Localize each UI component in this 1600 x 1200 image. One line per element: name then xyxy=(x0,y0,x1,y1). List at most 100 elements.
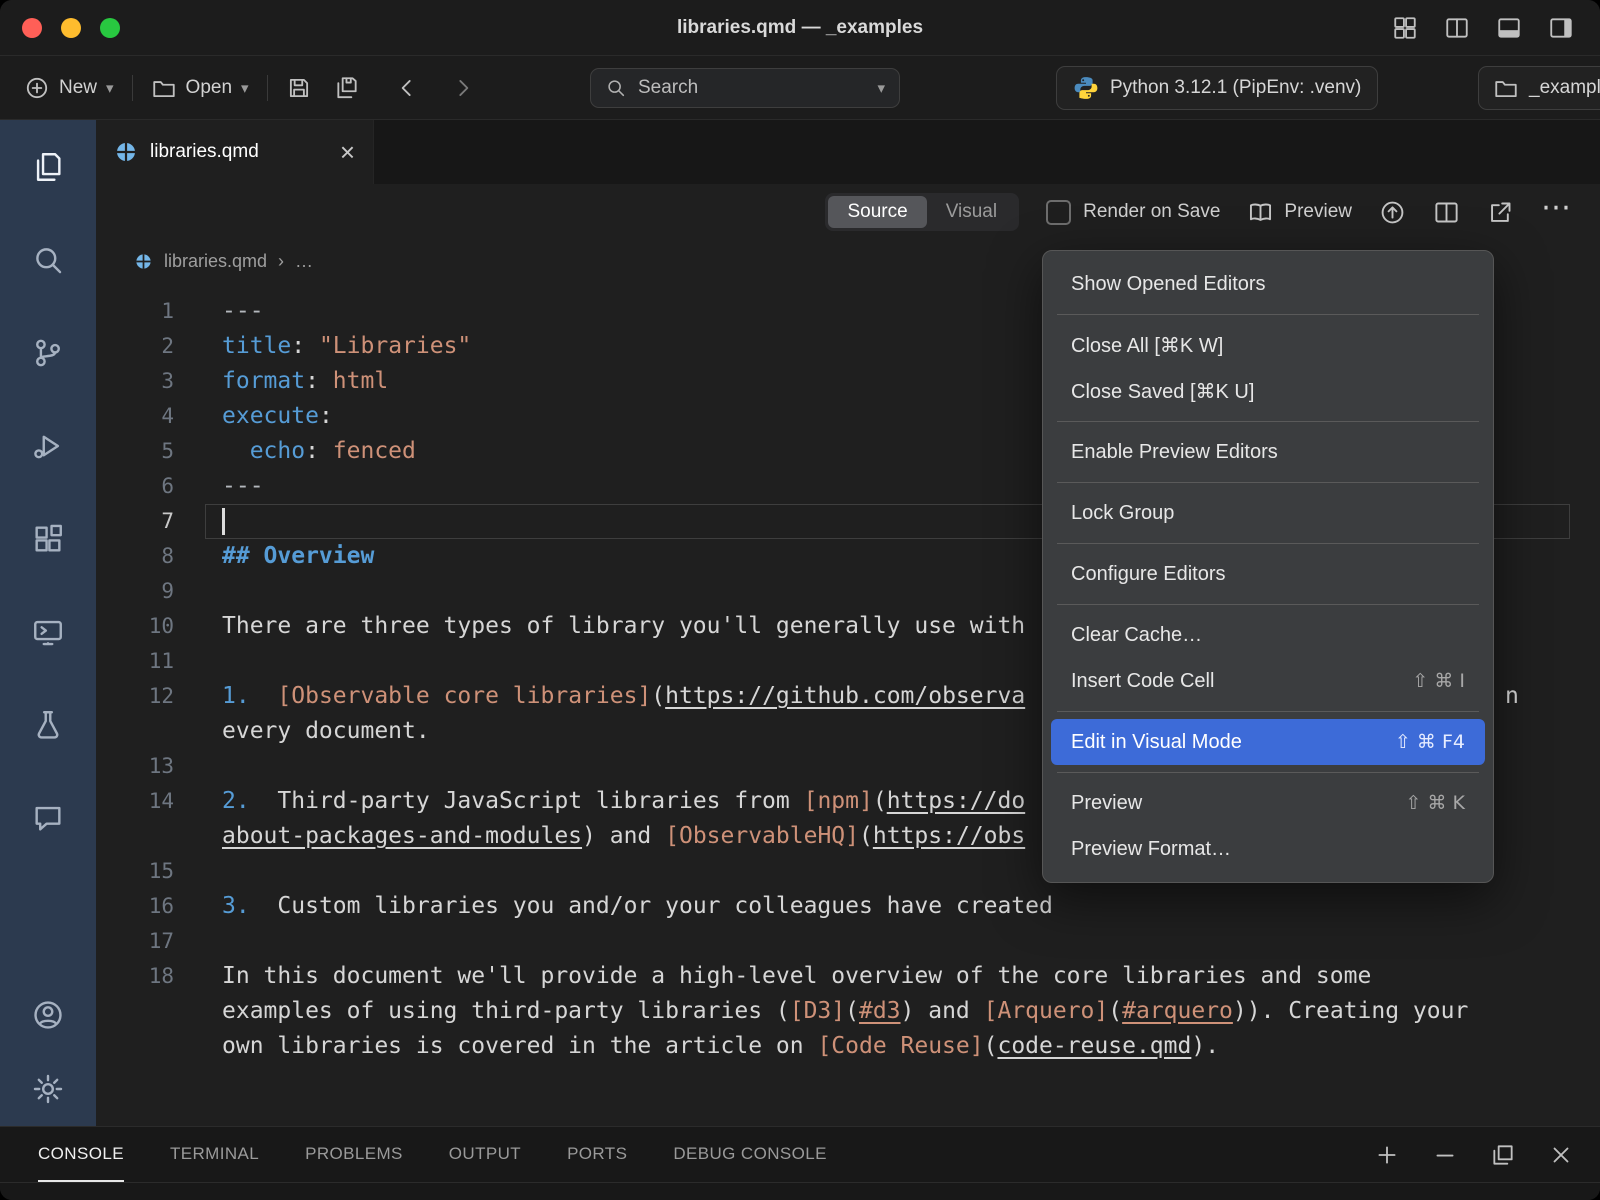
line-number: 18 xyxy=(96,959,174,994)
occluded-text-fragment: n xyxy=(1505,679,1519,714)
run-and-debug-icon[interactable] xyxy=(29,427,67,465)
search-input[interactable]: Search ▾ xyxy=(590,68,900,108)
mode-source-button[interactable]: Source xyxy=(828,196,926,228)
toggle-secondary-sidebar-icon[interactable] xyxy=(1548,15,1574,41)
toolbar-divider xyxy=(267,75,268,101)
panel-plus-icon[interactable] xyxy=(1374,1142,1400,1168)
breadcrumb-more[interactable]: … xyxy=(295,251,313,272)
zoom-window-button[interactable] xyxy=(100,18,120,38)
search-icon[interactable] xyxy=(29,241,67,279)
panel-close-icon[interactable] xyxy=(1548,1142,1574,1168)
interpreter-label: Python 3.12.1 (PipEnv: .venv) xyxy=(1110,77,1361,99)
line-number: 4 xyxy=(96,399,174,434)
plus-circle-icon xyxy=(24,75,50,101)
panel-restore-icon[interactable] xyxy=(1490,1142,1516,1168)
more-actions-button[interactable]: ⋯ xyxy=(1541,193,1572,231)
menu-item-edit-in-visual-mode[interactable]: Edit in Visual Mode ⇧ ⌘ F4 xyxy=(1051,719,1485,765)
line-number: 16 xyxy=(96,889,174,924)
open-button[interactable]: Open ▾ xyxy=(151,75,249,101)
line-number: 10 xyxy=(96,609,174,644)
window-title: libraries.qmd — _examples xyxy=(677,17,923,39)
close-tab-icon[interactable]: × xyxy=(340,139,355,165)
search-icon xyxy=(605,77,627,99)
menu-item-configure-editors[interactable]: Configure Editors xyxy=(1051,551,1485,597)
panel-tab-problems[interactable]: PROBLEMS xyxy=(305,1127,403,1182)
minimize-window-button[interactable] xyxy=(61,18,81,38)
panel-tab-output[interactable]: OUTPUT xyxy=(449,1127,521,1182)
code-line[interactable]: own libraries is covered in the article … xyxy=(96,1029,1600,1064)
publish-icon[interactable] xyxy=(1379,199,1406,226)
titlebar: libraries.qmd — _examples xyxy=(0,0,1600,56)
panel-minimize-icon[interactable] xyxy=(1432,1142,1458,1168)
line-number: 15 xyxy=(96,854,174,889)
extensions-icon[interactable] xyxy=(29,520,67,558)
preview-button[interactable]: Preview xyxy=(1247,199,1352,226)
toggle-panel-icon[interactable] xyxy=(1496,15,1522,41)
breadcrumb-file[interactable]: libraries.qmd xyxy=(164,251,267,272)
render-on-save-checkbox[interactable] xyxy=(1046,200,1071,225)
line-number: 6 xyxy=(96,469,174,504)
new-button[interactable]: New ▾ xyxy=(24,75,114,101)
editor-tabbar: libraries.qmd × xyxy=(96,120,1600,184)
editor-tab-libraries-qmd[interactable]: libraries.qmd × xyxy=(96,120,374,184)
open-in-new-window-icon[interactable] xyxy=(1487,199,1514,226)
menu-item-show-opened-editors[interactable]: Show Opened Editors xyxy=(1051,261,1485,307)
interpreter-selector[interactable]: Python 3.12.1 (PipEnv: .venv) xyxy=(1056,66,1378,110)
line-number: 2 xyxy=(96,329,174,364)
status-bar: 0 0 Quarto: 1.8.4 Ln 7, Col 1 Spaces: 2 … xyxy=(0,1182,1600,1200)
preview-icon xyxy=(1247,199,1274,226)
editor-action-bar: Source Visual Render on Save Preview xyxy=(96,184,1600,240)
mode-visual-button[interactable]: Visual xyxy=(927,196,1016,228)
chat-icon[interactable] xyxy=(29,799,67,837)
menu-item-label: Edit in Visual Mode xyxy=(1071,731,1242,754)
back-icon[interactable] xyxy=(394,75,420,101)
code-text: own libraries is covered in the article … xyxy=(222,1029,1600,1064)
app-window: libraries.qmd — _examples New ▾ xyxy=(0,0,1600,1200)
menu-item-preview-format[interactable]: Preview Format… xyxy=(1051,826,1485,872)
sessions-icon[interactable] xyxy=(29,613,67,651)
menu-item-label: Close Saved [⌘K U] xyxy=(1071,379,1254,404)
customize-layout-icon[interactable] xyxy=(1392,15,1418,41)
workspace-selector[interactable]: _examples xyxy=(1478,66,1600,110)
panel-tab-debug-console[interactable]: DEBUG CONSOLE xyxy=(673,1127,827,1182)
panel-tab-terminal[interactable]: TERMINAL xyxy=(170,1127,259,1182)
menu-item-preview[interactable]: Preview⇧ ⌘ K xyxy=(1051,780,1485,826)
menu-item-close-all-k-w[interactable]: Close All [⌘K W] xyxy=(1051,322,1485,368)
code-line[interactable]: 17 xyxy=(96,924,1600,959)
new-button-label: New xyxy=(59,77,97,99)
menu-item-enable-preview-editors[interactable]: Enable Preview Editors xyxy=(1051,429,1485,475)
explorer-icon[interactable] xyxy=(29,148,67,186)
menu-separator xyxy=(1057,482,1479,483)
caret-down-icon: ▾ xyxy=(241,79,249,97)
settings-gear-icon[interactable] xyxy=(29,1070,67,1108)
code-line[interactable]: examples of using third-party libraries … xyxy=(96,994,1600,1029)
account-icon[interactable] xyxy=(29,996,67,1034)
panel-tab-console[interactable]: CONSOLE xyxy=(38,1127,124,1182)
menu-item-clear-cache[interactable]: Clear Cache… xyxy=(1051,612,1485,658)
split-editor-layout-icon[interactable] xyxy=(1444,15,1470,41)
menu-item-shortcut: ⇧ ⌘ F4 xyxy=(1395,731,1465,753)
save-all-icon[interactable] xyxy=(334,75,360,101)
menu-item-lock-group[interactable]: Lock Group xyxy=(1051,490,1485,536)
panel-tabs: CONSOLE TERMINAL PROBLEMS OUTPUT PORTS DEBUG … xyxy=(38,1127,827,1182)
editor-tab-label: libraries.qmd xyxy=(150,141,259,163)
testing-flask-icon[interactable] xyxy=(29,706,67,744)
code-line[interactable]: 18In this document we'll provide a high-… xyxy=(96,959,1600,994)
panel-tab-ports[interactable]: PORTS xyxy=(567,1127,627,1182)
save-icon[interactable] xyxy=(286,75,312,101)
code-line[interactable]: 163. Custom libraries you and/or your co… xyxy=(96,889,1600,924)
activity-bar xyxy=(0,120,96,1126)
panel-bar: CONSOLE TERMINAL PROBLEMS OUTPUT PORTS DEBUG … xyxy=(0,1126,1600,1182)
code-text: examples of using third-party libraries … xyxy=(222,994,1600,1029)
split-editor-icon[interactable] xyxy=(1433,199,1460,226)
menu-item-close-saved-k-u[interactable]: Close Saved [⌘K U] xyxy=(1051,368,1485,414)
forward-icon[interactable] xyxy=(450,75,476,101)
close-window-button[interactable] xyxy=(22,18,42,38)
menu-item-insert-code-cell[interactable]: Insert Code Cell⇧ ⌘ I xyxy=(1051,658,1485,704)
caret-down-icon: ▾ xyxy=(106,79,114,97)
menu-item-label: Enable Preview Editors xyxy=(1071,441,1278,464)
menu-separator xyxy=(1057,314,1479,315)
menu-item-label: Lock Group xyxy=(1071,502,1174,525)
source-control-icon[interactable] xyxy=(29,334,67,372)
line-number: 17 xyxy=(96,924,174,959)
